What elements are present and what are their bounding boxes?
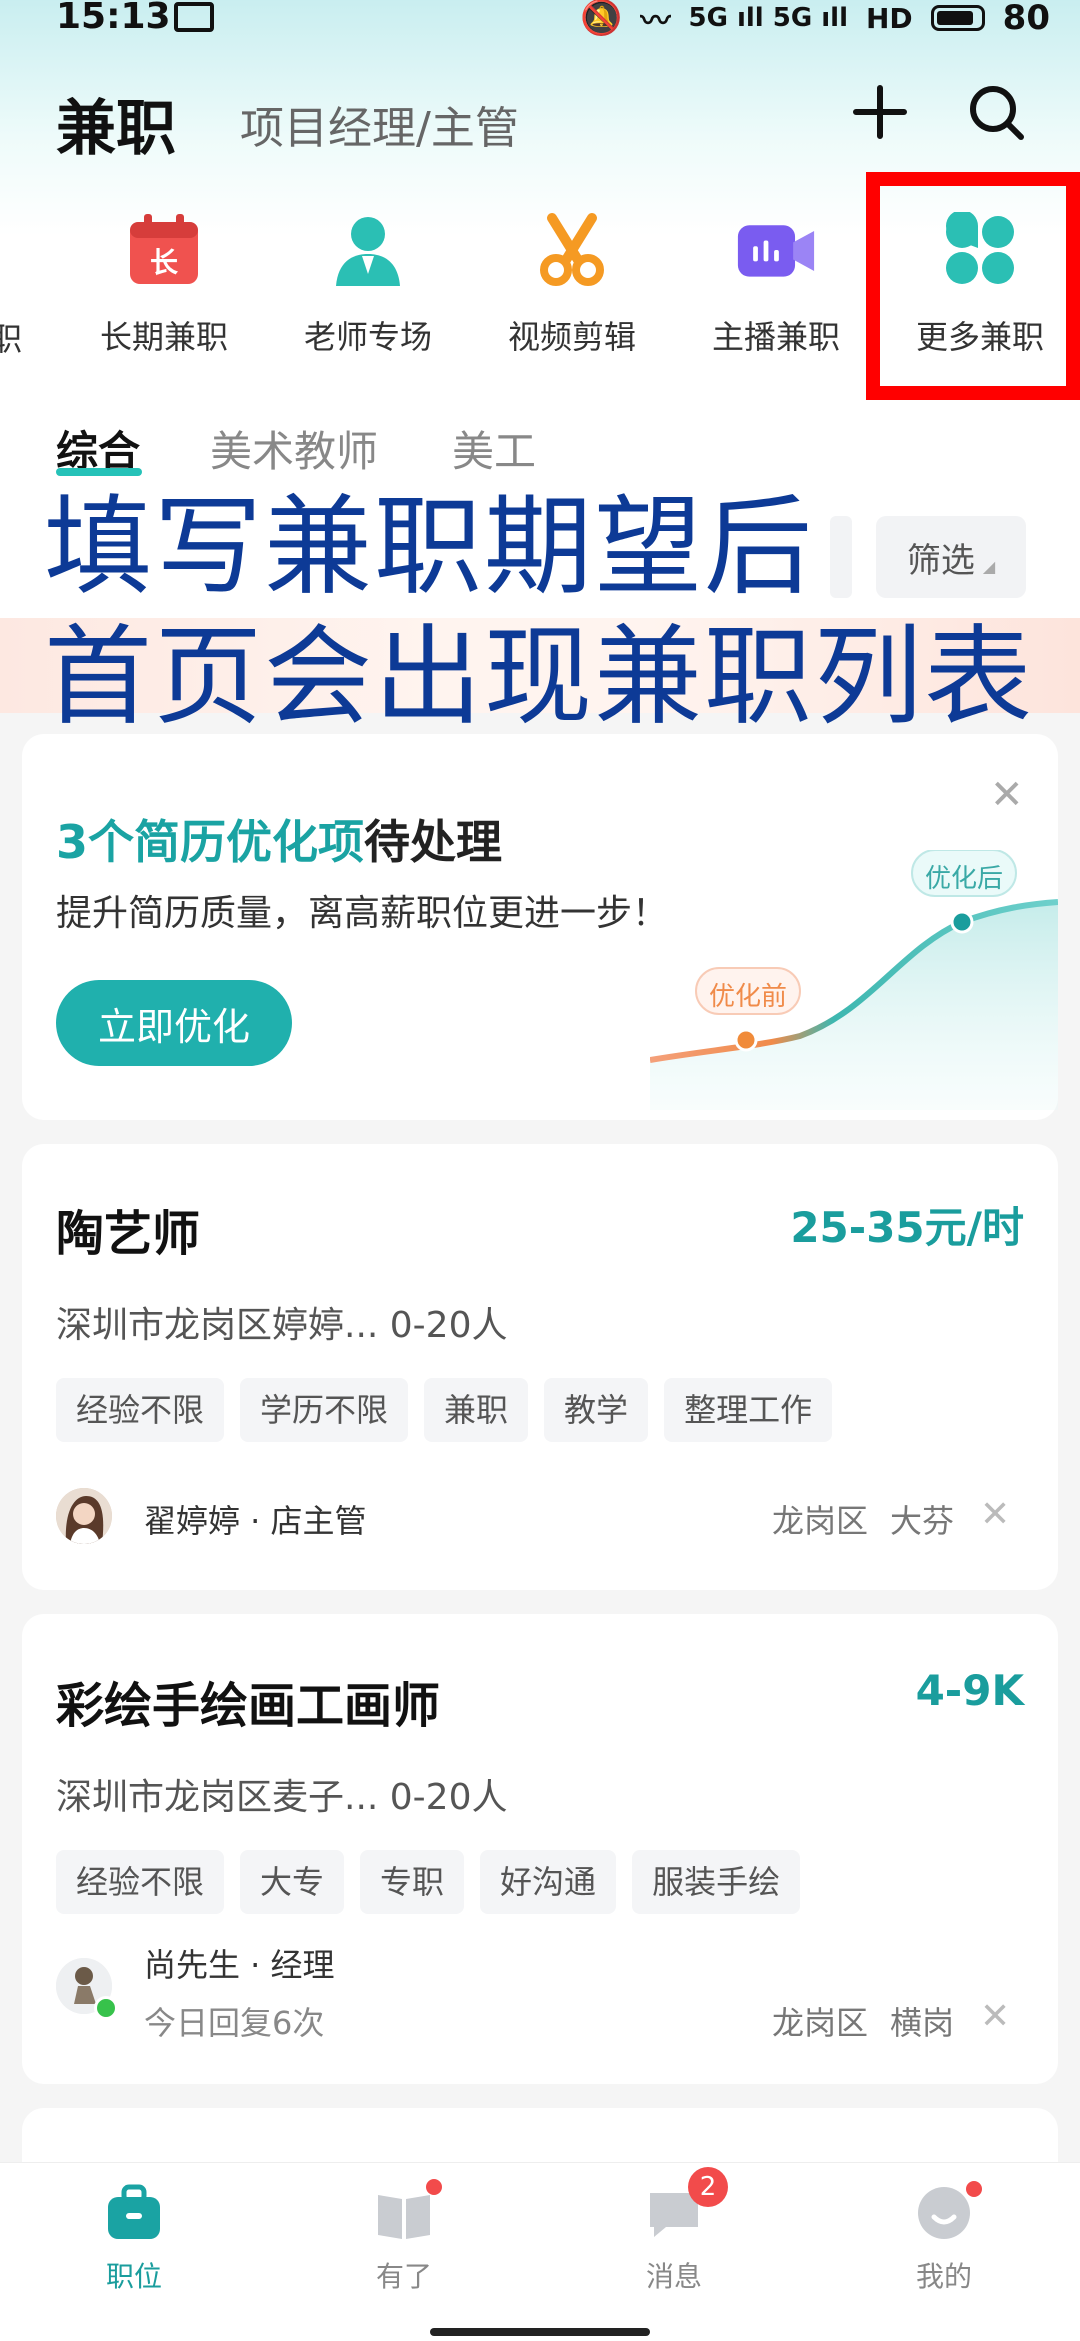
category-label: 视频剪辑 [507, 318, 636, 356]
tab-art-teacher[interactable]: 美术教师 [210, 418, 378, 479]
wifi-icon: 〰 [640, 4, 671, 39]
category-video-edit[interactable]: 视频剪辑 [482, 210, 662, 358]
job-intent-selector[interactable]: 项目经理/主管 [240, 92, 519, 156]
category-label: 长期兼职 [99, 318, 228, 356]
after-label: 优化后 [924, 864, 1003, 894]
category-long-term[interactable]: 长 长期兼职 [74, 210, 254, 358]
highlight-box [866, 172, 1080, 400]
briefcase-icon [104, 2183, 164, 2243]
nav-jobs[interactable]: 职位 [54, 2183, 214, 2295]
job-tags: 经验不限 大专 专职 好沟通 服装手绘 [56, 1850, 801, 1914]
job-tag: 专职 [360, 1850, 465, 1914]
image-notification-icon [174, 2, 214, 32]
job-subarea: 大芬 [890, 1502, 955, 1540]
avatar [56, 1958, 118, 2020]
optimize-button[interactable]: 立即优化 [56, 980, 292, 1066]
job-tag: 兼职 [424, 1378, 529, 1442]
video-camera-icon [736, 210, 816, 290]
filter-label: 筛选 [906, 540, 975, 581]
nav-label: 有了 [375, 2260, 432, 2293]
job-area: 龙岗区 [772, 2004, 869, 2042]
add-icon[interactable] [850, 82, 910, 142]
job-tag: 好沟通 [480, 1850, 617, 1914]
page-title[interactable]: 兼职 [56, 80, 176, 167]
mute-bell-icon: 🔕 [580, 0, 623, 38]
online-status-dot [94, 1996, 118, 2020]
profile-icon [914, 2181, 982, 2243]
svg-text:长: 长 [150, 246, 178, 279]
filter-button[interactable]: 筛选 ◢ [876, 516, 1026, 598]
status-time: 15:13 [56, 0, 171, 37]
dismiss-icon[interactable]: ✕ [980, 1494, 1010, 1535]
recruiter-name: 尚先生 · 经理 [144, 1946, 335, 1984]
job-tag: 学历不限 [240, 1378, 409, 1442]
nav-youle[interactable]: 有了 [324, 2179, 484, 2295]
job-location: 深圳市龙岗区麦子... 0-20人 [56, 1777, 508, 1818]
search-icon[interactable] [966, 82, 1026, 142]
category-teacher[interactable]: 老师专场 [278, 210, 458, 358]
close-icon[interactable]: ✕ [990, 772, 1024, 818]
battery-icon [930, 5, 985, 31]
scissors-icon [532, 210, 612, 290]
teacher-icon [328, 210, 408, 290]
calendar-icon: 长 [124, 210, 204, 290]
sort-button[interactable] [830, 516, 852, 598]
job-tag: 大专 [240, 1850, 345, 1914]
notification-dot [966, 2181, 982, 2197]
book-icon [374, 2179, 442, 2243]
nav-label: 职位 [105, 2260, 162, 2293]
battery-level: 80 [1002, 0, 1050, 38]
job-salary: 25-35元/时 [790, 1203, 1024, 1252]
job-tag: 教学 [544, 1378, 649, 1442]
promo-description: 提升简历质量，离高薪职位更进一步！ [56, 893, 669, 934]
before-label: 优化前 [708, 982, 787, 1012]
overlay-caption-line1: 填写兼职期望后 [44, 485, 815, 610]
bottom-nav: 职位 有了 2 消息 我的 [0, 2162, 1080, 2341]
tab-artist[interactable]: 美工 [452, 418, 536, 479]
job-salary: 4-9K [915, 1666, 1024, 1715]
job-area: 龙岗区 [772, 1502, 869, 1540]
tab-indicator [56, 468, 142, 476]
job-tag: 经验不限 [56, 1378, 225, 1442]
job-tag: 整理工作 [664, 1378, 833, 1442]
job-title[interactable]: 彩绘手绘画工画师 [56, 1666, 440, 1736]
nav-profile[interactable]: 我的 [864, 2181, 1024, 2295]
signal-icon: 5G ıll 5G ıll [688, 3, 848, 33]
triangle-icon: ◢ [982, 556, 996, 576]
dismiss-icon[interactable]: ✕ [980, 1996, 1010, 2037]
home-indicator[interactable] [430, 2328, 650, 2336]
overlay-caption-line2: 首页会出现兼职列表 [44, 615, 1035, 740]
status-indicators: 🔕 〰 5G ıll 5G ıll HD 80 [580, 0, 1050, 40]
job-tag: 经验不限 [56, 1850, 225, 1914]
recruiter-reply-stat: 今日回复6次 [144, 2004, 325, 2042]
hd-indicator: HD [865, 1, 913, 35]
category-label: 老师专场 [303, 318, 432, 356]
job-tags: 经验不限 学历不限 兼职 教学 整理工作 [56, 1378, 833, 1442]
nav-label: 消息 [645, 2260, 702, 2293]
recruiter-name: 翟婷婷 · 店主管 [144, 1502, 367, 1540]
job-subarea: 横岗 [890, 2004, 955, 2042]
promo-title: 3个简历优化项待处理 [56, 815, 503, 869]
avatar [56, 1488, 112, 1544]
nav-label: 我的 [915, 2260, 972, 2293]
job-tag: 服装手绘 [632, 1850, 801, 1914]
status-bar: 15:13 🔕 〰 5G ıll 5G ıll HD 80 [0, 0, 1080, 40]
nav-messages[interactable]: 2 消息 [594, 2167, 754, 2295]
category-streamer[interactable]: 主播兼职 [686, 210, 866, 358]
chat-icon: 2 [644, 2167, 728, 2243]
notification-dot [426, 2179, 442, 2195]
category-label: 主播兼职 [711, 318, 840, 356]
job-location: 深圳市龙岗区婷婷... 0-20人 [56, 1305, 508, 1346]
unread-badge: 2 [688, 2167, 728, 2207]
job-title[interactable]: 陶艺师 [56, 1194, 200, 1264]
category-partial[interactable]: 职 [0, 314, 22, 360]
